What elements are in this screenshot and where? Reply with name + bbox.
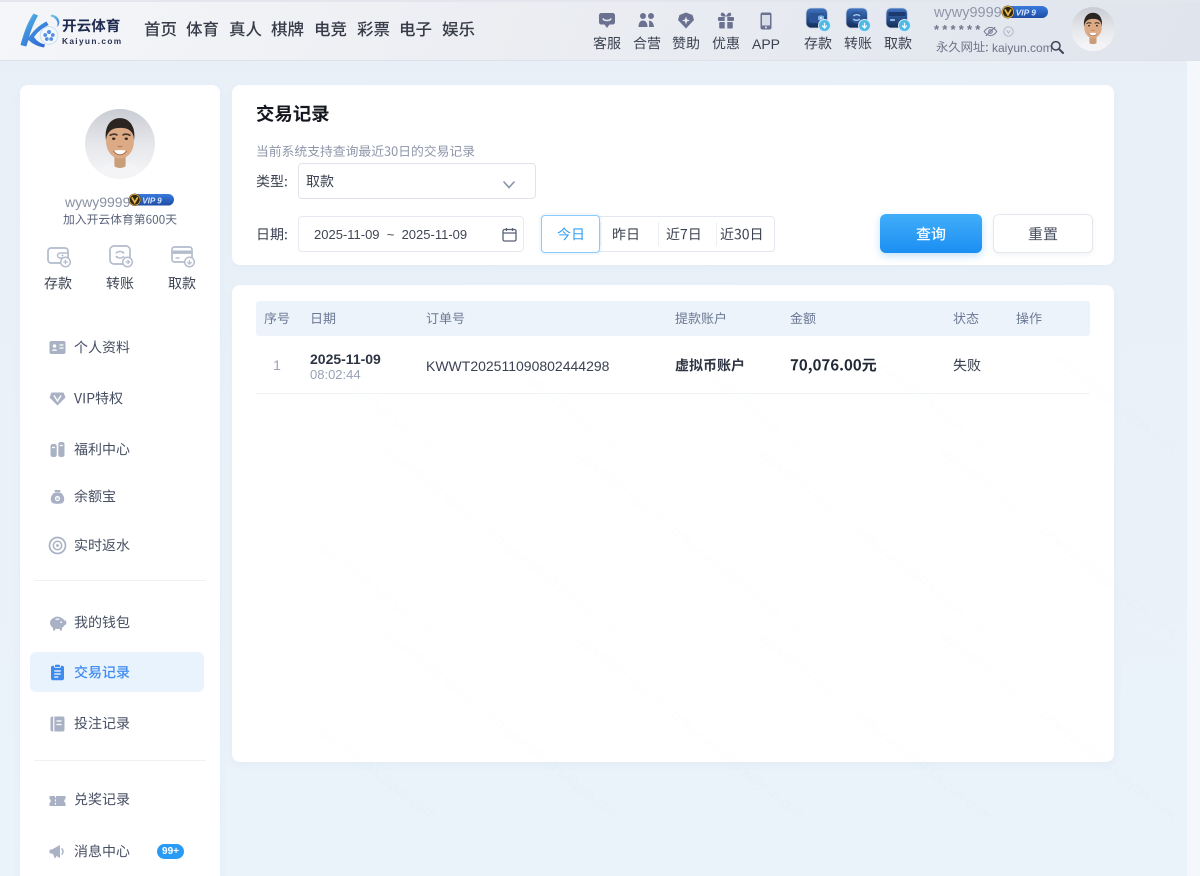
svg-text:VIP 9: VIP 9 [142, 196, 162, 205]
svg-text:VIP 9: VIP 9 [1016, 8, 1037, 18]
